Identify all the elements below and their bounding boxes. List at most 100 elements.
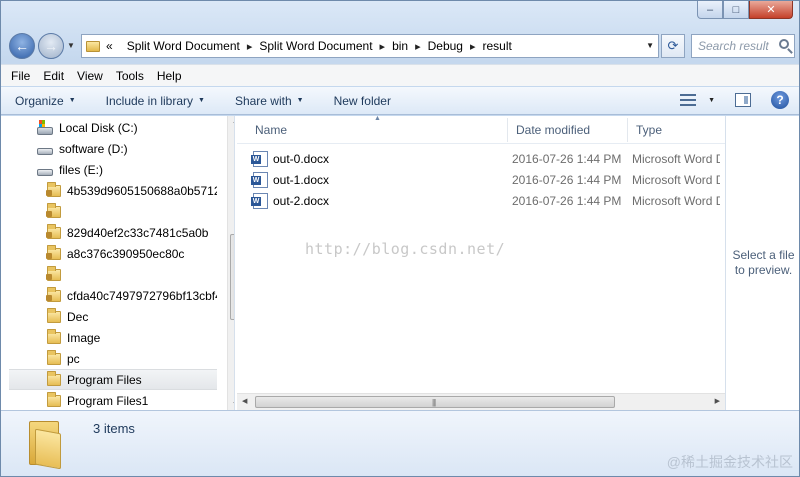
- back-button[interactable]: ←: [9, 33, 35, 59]
- explorer-window: – □ ✕ ← → ▼ « Split Word Document ▸ Spli…: [0, 0, 800, 477]
- maximize-button[interactable]: □: [723, 1, 749, 19]
- scrollbar-thumb[interactable]: [230, 234, 234, 320]
- tree-item[interactable]: Program Files: [9, 369, 217, 390]
- folder-icon: [47, 392, 61, 407]
- tree-item[interactable]: Image: [9, 327, 217, 348]
- toolbar-right: ▼ ?: [680, 91, 789, 109]
- breadcrumb-overflow[interactable]: «: [106, 39, 113, 53]
- menu-tools[interactable]: Tools: [116, 69, 144, 83]
- caret-down-icon: ▼: [198, 97, 205, 104]
- include-in-library-label: Include in library: [105, 93, 194, 108]
- scroll-up-icon[interactable]: ▲: [232, 118, 234, 125]
- breadcrumb-chevron-icon[interactable]: ▸: [247, 40, 253, 53]
- scroll-right-icon[interactable]: ▶: [715, 397, 720, 405]
- tree-item-label: Image: [67, 330, 101, 345]
- menu-view[interactable]: View: [77, 69, 103, 83]
- tree-item[interactable]: software (D:): [9, 138, 217, 159]
- change-view-icon[interactable]: [680, 94, 697, 106]
- file-type: Microsoft Word Document: [632, 151, 720, 166]
- menu-edit[interactable]: Edit: [43, 69, 64, 83]
- locked-folder-icon: [46, 266, 61, 281]
- search-input[interactable]: Search result: [691, 34, 795, 58]
- share-with-label: Share with: [234, 93, 292, 108]
- file-row[interactable]: out-0.docx 2016-07-26 1:44 PM Microsoft Wo…: [251, 148, 723, 169]
- breadcrumb-chevron-icon[interactable]: ▸: [415, 40, 421, 53]
- nav-pane-scrollbar[interactable]: ▲ ▼: [227, 116, 234, 410]
- search-placeholder: Search result: [698, 39, 769, 53]
- breadcrumb-item[interactable]: bin: [392, 39, 408, 53]
- file-list: ▲ Name Date modified Type out-0.docx 2016…: [237, 115, 725, 410]
- scroll-left-icon[interactable]: ◀: [242, 397, 247, 405]
- blog-watermark: http://blog.csdn.net/: [305, 240, 506, 258]
- column-type[interactable]: Type: [636, 123, 662, 137]
- menu-file[interactable]: File: [11, 69, 30, 83]
- address-bar[interactable]: « Split Word Document ▸ Split Word Docum…: [81, 34, 659, 58]
- file-list-hscrollbar[interactable]: ◀ ||| ▶: [237, 393, 725, 410]
- recent-pages-dropdown-icon[interactable]: ▼: [67, 41, 75, 50]
- menu-bar: File Edit View Tools Help: [1, 64, 799, 86]
- help-icon[interactable]: ?: [771, 91, 789, 109]
- refresh-button[interactable]: ⟳: [661, 34, 685, 58]
- close-button[interactable]: ✕: [749, 1, 793, 19]
- file-row[interactable]: out-2.docx 2016-07-26 1:44 PM Microsoft Wo…: [251, 190, 723, 211]
- tree-item[interactable]: Local Disk (C:): [9, 117, 217, 138]
- breadcrumb-item[interactable]: Split Word Document: [127, 39, 240, 53]
- folder-icon: [47, 350, 61, 365]
- menu-help[interactable]: Help: [157, 69, 182, 83]
- grip-icon: |||: [432, 398, 436, 407]
- sort-ascending-icon: ▲: [374, 115, 381, 122]
- tree-item[interactable]: files (E:): [9, 159, 217, 180]
- folder-icon: [47, 329, 61, 344]
- file-type: Microsoft Word Document: [632, 193, 720, 208]
- tree-item[interactable]: Program Files1: [9, 390, 217, 410]
- file-name: out-0.docx: [273, 151, 330, 166]
- organize-label: Organize: [15, 93, 64, 108]
- search-icon: [779, 39, 789, 49]
- breadcrumb-item[interactable]: result: [483, 39, 512, 53]
- minimize-button[interactable]: –: [697, 1, 723, 19]
- include-in-library-button[interactable]: Include in library ▼: [106, 94, 205, 108]
- tree-item[interactable]: cfda40c7497972796bf13cbf4f: [9, 285, 217, 306]
- forward-button[interactable]: →: [38, 33, 64, 59]
- new-folder-button[interactable]: New folder: [334, 94, 391, 108]
- file-row[interactable]: out-1.docx 2016-07-26 1:44 PM Microsoft Wo…: [251, 169, 723, 190]
- breadcrumb-chevron-icon[interactable]: ▸: [470, 40, 476, 53]
- breadcrumb-item[interactable]: Debug: [428, 39, 463, 53]
- content-area: Local Disk (C:) software (D:) files (E:) 4b…: [1, 115, 799, 410]
- view-options-dropdown-icon[interactable]: ▼: [708, 97, 715, 104]
- column-name[interactable]: Name: [255, 123, 287, 137]
- forward-arrow-icon: →: [44, 38, 58, 54]
- refresh-icon: ⟳: [667, 38, 679, 53]
- tree-item[interactable]: 829d40ef2c33c7481c5a0b: [9, 222, 217, 243]
- tree-item[interactable]: 4b539d9605150688a0b5712f: [9, 180, 217, 201]
- tree-item-label: Program Files: [67, 372, 142, 387]
- locked-folder-icon: [46, 245, 61, 260]
- file-date-modified: 2016-07-26 1:44 PM: [512, 193, 622, 208]
- organize-button[interactable]: Organize ▼: [15, 94, 76, 108]
- word-document-icon: [251, 171, 268, 188]
- column-date-modified[interactable]: Date modified: [516, 123, 590, 137]
- tree-item[interactable]: Dec: [9, 306, 217, 327]
- tree-item-label: Dec: [67, 309, 89, 324]
- breadcrumb-item[interactable]: Split Word Document: [259, 39, 372, 53]
- tree-item-label: 829d40ef2c33c7481c5a0b: [67, 225, 209, 240]
- folder-icon: [27, 417, 73, 470]
- preview-pane-toggle-icon[interactable]: [735, 93, 751, 107]
- tree-item[interactable]: [9, 264, 217, 285]
- share-with-button[interactable]: Share with ▼: [235, 94, 304, 108]
- tree-item[interactable]: [9, 201, 217, 222]
- scroll-down-icon[interactable]: ▼: [232, 401, 234, 408]
- file-date-modified: 2016-07-26 1:44 PM: [512, 172, 622, 187]
- system-drive-icon: [37, 119, 53, 135]
- tree-item-label: files (E:): [59, 162, 104, 177]
- command-bar: Organize ▼ Include in library ▼ Share with…: [1, 87, 799, 115]
- address-dropdown-icon[interactable]: ▼: [646, 41, 654, 50]
- locked-folder-icon: [46, 182, 61, 197]
- tree-item[interactable]: pc: [9, 348, 217, 369]
- file-name: out-1.docx: [273, 172, 330, 187]
- tree-item[interactable]: a8c376c390950ec80c: [9, 243, 217, 264]
- tree-item-label: 4b539d9605150688a0b5712f: [67, 183, 217, 198]
- drive-icon: [37, 169, 53, 176]
- scrollbar-thumb[interactable]: |||: [255, 396, 615, 408]
- breadcrumb-chevron-icon[interactable]: ▸: [380, 40, 386, 53]
